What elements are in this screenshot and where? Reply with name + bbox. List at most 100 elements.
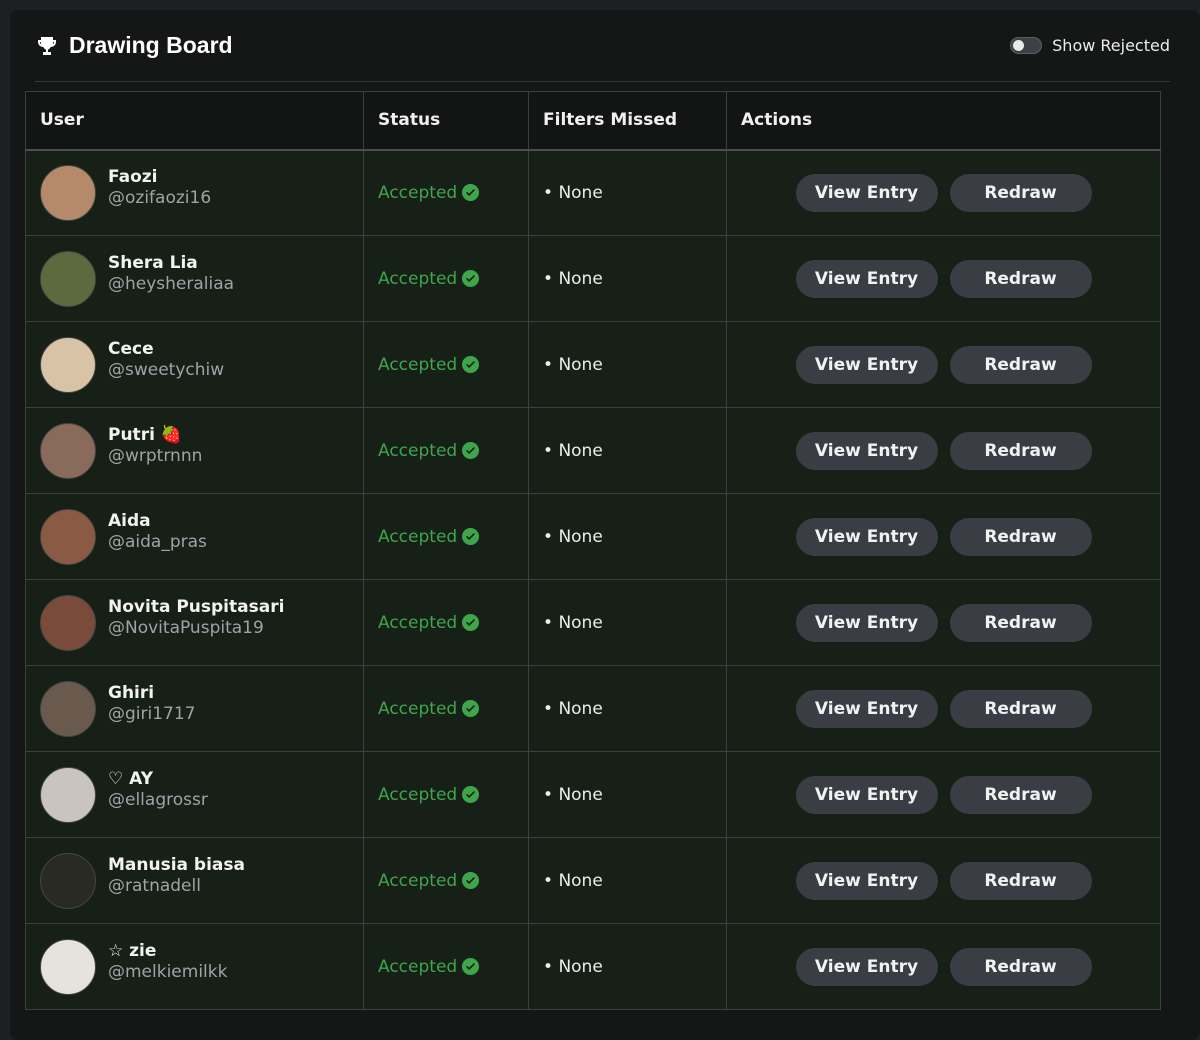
avatar[interactable] (40, 766, 96, 823)
filters-missed-item: • None (543, 870, 603, 891)
avatar[interactable] (40, 938, 96, 995)
avatar[interactable] (40, 250, 96, 307)
view-entry-button[interactable]: View Entry (795, 431, 938, 470)
check-circle-icon (462, 356, 480, 373)
actions-cell: View Entry Redraw (726, 493, 1161, 580)
page-title-text: Drawing Board (69, 32, 233, 58)
check-circle-icon (462, 442, 480, 459)
avatar[interactable] (40, 508, 96, 565)
user-text: ♡ AY @ellagrossr (108, 769, 208, 811)
user-info: ☆ zie @melkiemilkk (26, 938, 363, 995)
status-text: Accepted (378, 698, 458, 719)
view-entry-button[interactable]: View Entry (795, 947, 938, 986)
filters-missed-text: None (558, 268, 603, 289)
filters-missed-item: • None (543, 526, 603, 547)
status-text: Accepted (378, 956, 458, 977)
status-cell: Accepted (363, 149, 529, 236)
column-header-filters-missed: Filters Missed (528, 91, 727, 151)
status-text: Accepted (378, 268, 458, 289)
user-handle[interactable]: @NovitaPuspita19 (108, 618, 284, 639)
table-row: Aida @aida_pras Accepted • None View Ent… (25, 493, 1161, 580)
filters-missed-cell: • None (528, 235, 727, 322)
redraw-button[interactable]: Redraw (949, 259, 1092, 298)
row-actions: View Entry Redraw (727, 775, 1160, 814)
status-badge: Accepted (364, 957, 528, 977)
user-cell: Aida @aida_pras (25, 493, 364, 580)
redraw-button[interactable]: Redraw (949, 947, 1092, 986)
view-entry-button[interactable]: View Entry (795, 775, 938, 814)
filters-missed-text: None (558, 870, 603, 891)
check-circle-icon (462, 528, 480, 545)
user-name: Aida (108, 510, 151, 531)
redraw-button[interactable]: Redraw (949, 861, 1092, 900)
view-entry-button[interactable]: View Entry (795, 861, 938, 900)
show-rejected-toggle-group[interactable]: Show Rejected (1010, 36, 1170, 55)
redraw-button[interactable]: Redraw (949, 775, 1092, 814)
row-actions: View Entry Redraw (727, 861, 1160, 900)
redraw-button[interactable]: Redraw (949, 689, 1092, 728)
filters-missed-item: • None (543, 784, 603, 805)
actions-cell: View Entry Redraw (726, 751, 1161, 838)
row-actions: View Entry Redraw (727, 947, 1160, 986)
status-cell: Accepted (363, 837, 529, 924)
redraw-button[interactable]: Redraw (949, 603, 1092, 642)
filters-missed-text: None (558, 612, 603, 633)
redraw-button[interactable]: Redraw (949, 517, 1092, 556)
actions-cell: View Entry Redraw (726, 837, 1161, 924)
user-handle[interactable]: @ratnadell (108, 876, 245, 897)
user-text: Manusia biasa @ratnadell (108, 855, 245, 897)
avatar[interactable] (40, 336, 96, 393)
filters-missed-cell: • None (528, 321, 727, 408)
filters-missed-text: None (558, 354, 603, 375)
redraw-button[interactable]: Redraw (949, 345, 1092, 384)
user-handle[interactable]: @giri1717 (108, 704, 196, 725)
panel-header: Drawing Board Show Rejected (35, 10, 1170, 82)
user-name: Manusia biasa (108, 854, 245, 875)
row-actions: View Entry Redraw (727, 259, 1160, 298)
table-row: Cece @sweetychiw Accepted • None View En… (25, 321, 1161, 408)
user-handle[interactable]: @wrptrnnn (108, 446, 202, 467)
row-actions: View Entry Redraw (727, 345, 1160, 384)
status-cell: Accepted (363, 665, 529, 752)
user-cell: Cece @sweetychiw (25, 321, 364, 408)
user-handle[interactable]: @melkiemilkk (108, 962, 227, 983)
table-row: Shera Lia @heysheraliaa Accepted • None … (25, 235, 1161, 322)
filters-missed-cell: • None (528, 149, 727, 236)
view-entry-button[interactable]: View Entry (795, 259, 938, 298)
avatar[interactable] (40, 164, 96, 221)
status-cell: Accepted (363, 579, 529, 666)
user-handle[interactable]: @ellagrossr (108, 790, 208, 811)
status-cell: Accepted (363, 235, 529, 322)
avatar[interactable] (40, 594, 96, 651)
user-name: Faozi (108, 166, 158, 187)
status-text: Accepted (378, 870, 458, 891)
user-name: Ghiri (108, 682, 155, 703)
table-row: ☆ zie @melkiemilkk Accepted • None View … (25, 923, 1161, 1010)
user-name: ☆ zie (108, 940, 157, 961)
filters-missed-text: None (558, 698, 603, 719)
user-handle[interactable]: @aida_pras (108, 532, 207, 553)
avatar[interactable] (40, 680, 96, 737)
view-entry-button[interactable]: View Entry (795, 517, 938, 556)
view-entry-button[interactable]: View Entry (795, 689, 938, 728)
view-entry-button[interactable]: View Entry (795, 173, 938, 212)
user-handle[interactable]: @ozifaozi16 (108, 188, 211, 209)
status-badge: Accepted (364, 613, 528, 633)
view-entry-button[interactable]: View Entry (795, 345, 938, 384)
avatar[interactable] (40, 852, 96, 909)
check-circle-icon (462, 270, 480, 287)
redraw-button[interactable]: Redraw (949, 173, 1092, 212)
status-badge: Accepted (364, 355, 528, 375)
show-rejected-toggle[interactable] (1010, 37, 1043, 54)
view-entry-button[interactable]: View Entry (795, 603, 938, 642)
avatar[interactable] (40, 422, 96, 479)
redraw-button[interactable]: Redraw (949, 431, 1092, 470)
user-info: Aida @aida_pras (26, 508, 363, 565)
user-cell: Ghiri @giri1717 (25, 665, 364, 752)
check-circle-icon (462, 614, 480, 631)
user-handle[interactable]: @sweetychiw (108, 360, 224, 381)
filters-missed-cell: • None (528, 579, 727, 666)
user-handle[interactable]: @heysheraliaa (108, 274, 234, 295)
filters-missed-item: • None (543, 268, 603, 289)
user-info: Faozi @ozifaozi16 (26, 164, 363, 221)
